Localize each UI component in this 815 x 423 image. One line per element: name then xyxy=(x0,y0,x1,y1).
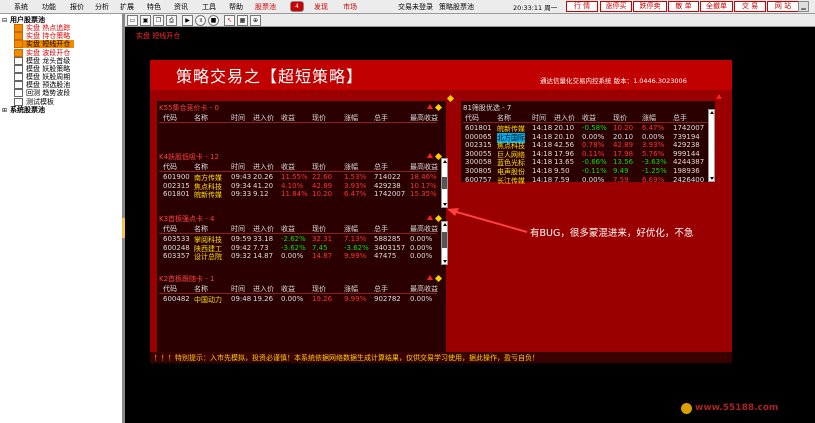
folder-icon xyxy=(14,48,23,57)
pointer-icon[interactable]: ↖ xyxy=(224,15,235,26)
copy-icon[interactable]: ❐ xyxy=(153,15,164,26)
folder-icon xyxy=(14,89,23,98)
sidebar-item[interactable]: 模盘 妖股策略 xyxy=(14,64,71,73)
sidebar-item-label: 模盘 妖股周期 xyxy=(26,73,71,82)
topbar-button[interactable]: 行 情 xyxy=(566,1,598,12)
clock: 20:33:11 周一 xyxy=(513,4,558,12)
folder-icon xyxy=(14,97,23,106)
sidebar-item-label: 实盘 波段开仓 xyxy=(26,48,71,57)
new-file-icon[interactable]: ▭ xyxy=(127,15,138,26)
topbar-button[interactable]: 网 站 xyxy=(767,1,799,12)
menu-item[interactable]: 系统 xyxy=(14,2,28,12)
sidebar-item-label: 模盘 预选股池 xyxy=(26,81,71,90)
annotation-text: 有BUG，很多蒙混进来，好优化，不急 xyxy=(530,228,694,239)
pool-count-badge: 4 xyxy=(290,1,304,12)
discover-menu[interactable]: 发现 xyxy=(314,2,328,12)
sidebar-item[interactable]: 模盘 龙头首级 xyxy=(14,56,71,65)
sidebar-item[interactable]: 模盘 预选股池 xyxy=(14,81,71,90)
menu-item[interactable]: 帮助 xyxy=(229,2,243,12)
stop-icon[interactable]: ■ xyxy=(208,15,219,26)
zoom-icon[interactable]: ⊕ xyxy=(250,15,261,26)
folder-icon xyxy=(14,81,23,90)
folder-icon xyxy=(14,64,23,73)
sidebar: ⊟ 用户股票池 实盘 热点追踪 实盘 持仓策略 实盘 短线开仓 实盘 波段开仓 模盘 龙头首… xyxy=(0,14,123,423)
folder-icon xyxy=(14,40,23,49)
annotation-arrow xyxy=(447,208,528,233)
sidebar-item-label: 系统股票池 xyxy=(10,105,46,114)
folder-icon xyxy=(14,73,23,82)
sidebar-item-label: 实盘 热点追踪 xyxy=(26,24,71,33)
toolbar: ▭ ▣ ❐ ⎙ ▶ ॥ ■ ↖ ▦ ⊕ xyxy=(125,14,815,27)
folder-icon xyxy=(14,56,23,65)
strategy-pool-label: 策略股票池 xyxy=(439,3,474,11)
main-area: 实盘 短线开仓 策略交易之【超短策略】 通达信量化交易内控系统 版本：1.044… xyxy=(125,27,815,423)
menu-bar: 系统 功能 报价 分析 扩展 特色 资讯 工具 帮助 股票池 4 发现 市场 交易未登录 策略股… xyxy=(0,0,815,14)
sidebar-item[interactable]: 实盘 波段开仓 xyxy=(14,48,71,57)
sidebar-item[interactable]: 测试模板 xyxy=(14,97,54,106)
stock-pool-menu[interactable]: 股票池 xyxy=(255,2,276,12)
sidebar-item-label: 模盘 妖股策略 xyxy=(26,64,71,73)
topbar-button[interactable]: 全撤单 xyxy=(700,1,733,12)
menu-item[interactable]: 扩展 xyxy=(120,2,134,12)
folder-icon xyxy=(14,24,23,33)
market-menu[interactable]: 市场 xyxy=(343,2,357,12)
sidebar-item[interactable]: 模盘 妖股周期 xyxy=(14,73,71,82)
topbar-button[interactable]: 散 单 xyxy=(668,1,699,12)
collapse-icon[interactable]: ⊟ xyxy=(2,17,7,24)
folder-icon xyxy=(14,32,23,41)
topbar-button[interactable]: 跌停卖 xyxy=(633,1,667,12)
sidebar-item-label: 测试模板 xyxy=(26,97,54,106)
menu-item[interactable]: 资讯 xyxy=(174,2,188,12)
menu-item[interactable]: 工具 xyxy=(202,2,216,12)
topbar-button[interactable]: 涨停买 xyxy=(600,1,632,12)
login-status: 交易未登录 xyxy=(398,3,433,11)
sidebar-item[interactable]: 回测 趋势波段 xyxy=(14,89,71,98)
menu-item[interactable]: 分析 xyxy=(95,2,109,12)
sidebar-item-label: 回测 趋势波段 xyxy=(26,89,71,98)
expand-icon[interactable]: ⊞ xyxy=(2,107,7,114)
sidebar-item[interactable]: ⊞ 系统股票池 xyxy=(2,106,45,114)
menu-item[interactable]: 特色 xyxy=(147,2,161,12)
print-icon[interactable]: ⎙ xyxy=(166,15,177,26)
grid-icon[interactable]: ▦ xyxy=(237,15,248,26)
watermark-logo xyxy=(681,403,692,414)
window-control[interactable]: ▁ xyxy=(798,1,809,12)
save-icon[interactable]: ▣ xyxy=(140,15,151,26)
sidebar-item-label: 用户股票池 xyxy=(10,16,46,24)
watermark: www.55188.com xyxy=(695,403,779,413)
sidebar-item-label: 模盘 龙头首级 xyxy=(26,56,71,65)
sidebar-item-label: 实盘 短线开仓 xyxy=(26,40,71,49)
sidebar-item[interactable]: 实盘 热点追踪 xyxy=(14,24,71,33)
sidebar-item[interactable]: 实盘 短线开仓 xyxy=(14,40,74,49)
menu-item[interactable]: 报价 xyxy=(70,2,84,12)
pause-icon[interactable]: ॥ xyxy=(195,15,206,26)
play-icon[interactable]: ▶ xyxy=(182,15,193,26)
menu-item[interactable]: 功能 xyxy=(42,2,56,12)
sidebar-item[interactable]: ⊟ 用户股票池 xyxy=(2,16,45,24)
topbar-button[interactable]: 交 易 xyxy=(734,1,766,12)
